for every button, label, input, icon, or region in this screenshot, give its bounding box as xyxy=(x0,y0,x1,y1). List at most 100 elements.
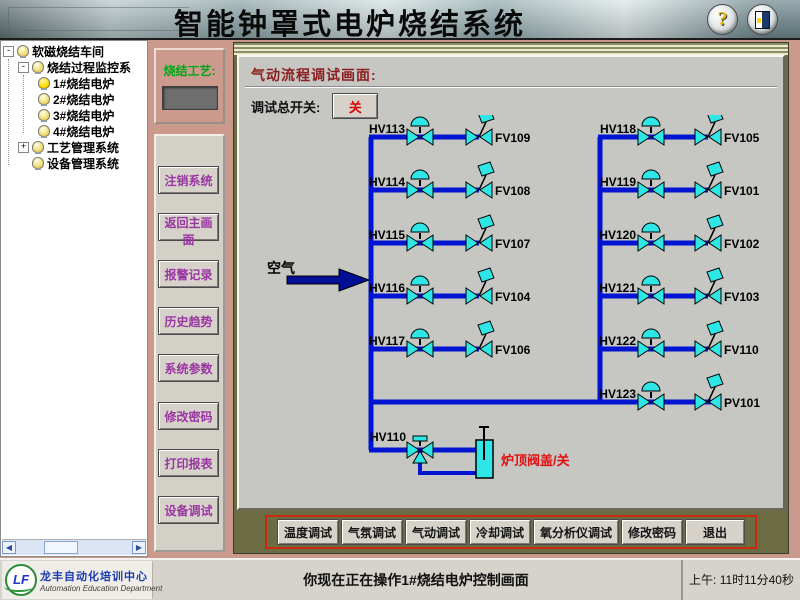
tree-item-device-mgmt[interactable]: 设备管理系统 xyxy=(1,155,147,171)
status-bar: LF 龙丰自动化培训中心 Automation Education Depart… xyxy=(0,558,800,600)
valve-label: FV104 xyxy=(495,290,531,304)
process-label: 烧结工艺: xyxy=(156,62,223,79)
nav-tree-panel: - 软磁烧结车间 - 烧结过程监控系 1#烧结电炉 2#烧结电炉 3#烧结电炉 xyxy=(0,40,148,557)
valve-hv121[interactable] xyxy=(638,276,664,304)
valve-label: HV120 xyxy=(599,228,636,242)
title-bar: 智能钟罩式电炉烧结系统 ? xyxy=(0,0,800,40)
valve-hv113[interactable] xyxy=(407,117,433,145)
valve-label: HV117 xyxy=(369,334,405,348)
bulb-icon xyxy=(32,141,44,153)
valve-hv122[interactable] xyxy=(638,329,664,357)
clock: 上午: 11时11分40秒 xyxy=(681,560,800,600)
valve-label: HV119 xyxy=(600,175,636,189)
cylinder-status-label: 炉顶阀盖/关 xyxy=(501,453,570,468)
question-mark-icon: ? xyxy=(708,5,737,34)
valve-hv114[interactable] xyxy=(407,170,433,198)
app-title: 智能钟罩式电炉烧结系统 xyxy=(0,1,700,43)
tree-item-workshop[interactable]: - 软磁烧结车间 xyxy=(1,43,147,59)
valve-fv103[interactable] xyxy=(695,268,723,304)
logo-area: LF 龙丰自动化培训中心 Automation Education Depart… xyxy=(2,561,153,599)
process-status-box: 烧结工艺: xyxy=(154,48,225,124)
valve-label: FV106 xyxy=(495,343,531,357)
pneumatic-diagram-panel: 气动流程调试画面: 调试总开关: 关 xyxy=(237,55,785,510)
company-name-en: Automation Education Department xyxy=(40,584,162,593)
alarm-log-button[interactable]: 报警记录 xyxy=(158,260,219,288)
furnace-top-cylinder xyxy=(476,427,493,478)
bottom-toolbar: 温度调试 气氛调试 气动调试 冷却调试 氧分析仪调试 修改密码 退出 xyxy=(237,510,785,553)
valve-label: HV122 xyxy=(599,334,636,348)
valve-label: HV115 xyxy=(369,228,405,242)
change-password-button[interactable]: 修改密码 xyxy=(158,402,219,430)
scroll-right-arrow[interactable]: ▶ xyxy=(132,541,146,554)
bulb-icon xyxy=(32,61,44,73)
header-rule xyxy=(245,86,777,88)
exit-door-icon xyxy=(755,11,770,29)
valve-fv101[interactable] xyxy=(695,162,723,198)
collapse-icon[interactable]: - xyxy=(3,46,14,57)
status-message: 你现在正在操作1#烧结电炉控制画面 xyxy=(152,560,680,600)
nav-button-strip: 注销系统 返回主画面 报警记录 历史趋势 系统参数 修改密码 打印报表 设备调试 xyxy=(154,134,225,552)
valve-hv115[interactable] xyxy=(407,223,433,251)
valve-fv107[interactable] xyxy=(466,215,494,251)
temperature-debug-button[interactable]: 温度调试 xyxy=(277,519,339,545)
valve-hv119[interactable] xyxy=(638,170,664,198)
cooling-debug-button[interactable]: 冷却调试 xyxy=(469,519,531,545)
atmosphere-debug-button[interactable]: 气氛调试 xyxy=(341,519,403,545)
master-switch-label: 调试总开关: xyxy=(251,97,320,116)
pneumatic-debug-button[interactable]: 气动调试 xyxy=(405,519,467,545)
valve-fv108[interactable] xyxy=(466,162,494,198)
tree-item-process-mgmt[interactable]: + 工艺管理系统 xyxy=(1,139,147,155)
collapse-icon[interactable]: - xyxy=(18,62,29,73)
process-color-swatch xyxy=(162,86,218,110)
valve-hv116[interactable] xyxy=(407,276,433,304)
valve-label: FV107 xyxy=(495,237,531,251)
valve-hv123[interactable] xyxy=(638,382,664,410)
bulb-icon xyxy=(38,93,50,105)
valve-hv117[interactable] xyxy=(407,329,433,357)
valve-label: HV110 xyxy=(370,430,406,444)
valve-label: HV123 xyxy=(599,387,636,401)
air-label: 空气 xyxy=(267,260,295,276)
logout-button[interactable]: 注销系统 xyxy=(158,166,219,194)
print-report-button[interactable]: 打印报表 xyxy=(158,449,219,477)
valve-label: FV101 xyxy=(724,184,760,198)
company-logo: LF xyxy=(5,564,37,596)
valve-hv120[interactable] xyxy=(638,223,664,251)
valve-fv104[interactable] xyxy=(466,268,494,304)
exit-button-bottom[interactable]: 退出 xyxy=(685,519,745,545)
main-screen-button[interactable]: 返回主画面 xyxy=(158,213,219,241)
device-debug-button[interactable]: 设备调试 xyxy=(158,496,219,524)
valve-fv110[interactable] xyxy=(695,321,723,357)
tree-item-process-monitor[interactable]: - 烧结过程监控系 xyxy=(1,59,147,75)
valve-label: HV118 xyxy=(600,122,636,136)
piping-diagram: 空气 HV113 HV114 HV115 HV116 HV117 FV109 xyxy=(239,115,783,512)
tree-connector xyxy=(23,75,24,133)
valve-fv105[interactable] xyxy=(695,115,723,145)
system-params-button[interactable]: 系统参数 xyxy=(158,354,219,382)
tree-scrollbar[interactable]: ◀ ▶ xyxy=(2,539,146,555)
valve-hv118[interactable] xyxy=(638,117,664,145)
bulb-icon xyxy=(38,125,50,137)
valve-fv102[interactable] xyxy=(695,215,723,251)
valve-label: HV121 xyxy=(599,281,636,295)
change-password-button-bottom[interactable]: 修改密码 xyxy=(621,519,683,545)
scroll-thumb[interactable] xyxy=(44,541,78,554)
bulb-icon xyxy=(17,45,29,57)
scroll-left-arrow[interactable]: ◀ xyxy=(2,541,16,554)
valve-label: HV116 xyxy=(369,281,405,295)
history-trend-button[interactable]: 历史趋势 xyxy=(158,307,219,335)
valve-fv109[interactable] xyxy=(466,115,494,145)
valve-label: HV114 xyxy=(369,175,405,189)
tree-connector xyxy=(8,59,9,165)
valve-fv106[interactable] xyxy=(466,321,494,357)
air-inlet-arrow xyxy=(287,269,369,291)
valve-label: FV102 xyxy=(724,237,760,251)
bulb-icon xyxy=(38,109,50,121)
valve-pv101[interactable] xyxy=(695,374,723,410)
nav-tree: - 软磁烧结车间 - 烧结过程监控系 1#烧结电炉 2#烧结电炉 3#烧结电炉 xyxy=(1,43,147,171)
exit-button[interactable] xyxy=(747,4,778,35)
help-button[interactable]: ? xyxy=(707,4,738,35)
expand-icon[interactable]: + xyxy=(18,142,29,153)
oxygen-analyzer-debug-button[interactable]: 氧分析仪调试 xyxy=(533,519,619,545)
valve-label: FV103 xyxy=(724,290,760,304)
